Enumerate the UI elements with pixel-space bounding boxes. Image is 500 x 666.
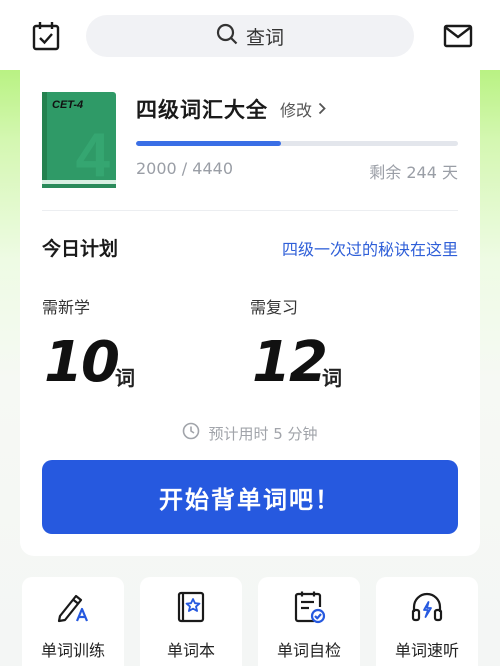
pencil-a-icon xyxy=(55,589,91,625)
edit-label: 修改 xyxy=(280,101,313,120)
progress-bar xyxy=(136,141,458,146)
edit-book-link[interactable]: 修改 xyxy=(280,97,326,121)
calendar-check-icon[interactable] xyxy=(28,18,64,54)
mail-icon[interactable] xyxy=(438,18,478,54)
star-book-icon xyxy=(173,589,209,625)
top-bar: 查词 xyxy=(0,0,500,70)
review-words-unit: 词 xyxy=(322,366,342,390)
search-icon xyxy=(216,23,238,49)
svg-text:CET-4: CET-4 xyxy=(52,99,83,111)
progress-count: 2000 / 4440 xyxy=(136,159,233,178)
new-words-unit: 词 xyxy=(115,366,135,390)
divider xyxy=(42,210,458,211)
word-book-label: 单词本 xyxy=(166,641,215,660)
time-estimate: 预计用时 5 分钟 xyxy=(20,422,480,444)
search-bar[interactable]: 查词 xyxy=(86,15,414,57)
chevron-right-icon xyxy=(318,100,326,119)
start-learning-button[interactable]: 开始背单词吧！ xyxy=(42,460,458,534)
word-selfcheck-button[interactable]: 单词自检 xyxy=(258,577,360,666)
svg-text:4: 4 xyxy=(76,121,111,188)
clipboard-check-icon xyxy=(291,589,327,625)
progress-fill xyxy=(136,141,281,146)
book-cover[interactable]: 4 CET-4 xyxy=(42,92,116,190)
book-title: 四级词汇大全 xyxy=(136,98,268,122)
plan-title: 今日计划 xyxy=(42,238,119,260)
new-words-label: 需新学 xyxy=(42,298,91,317)
tips-link[interactable]: 四级一次过的秘诀在这里 xyxy=(282,236,458,260)
headphones-bolt-icon xyxy=(409,589,445,625)
time-estimate-text: 预计用时 5 分钟 xyxy=(208,424,318,443)
study-plan-card: 4 CET-4 四级词汇大全 修改 2000 / 4440 剩余 244 天 今… xyxy=(20,70,480,556)
search-label: 查词 xyxy=(245,26,284,49)
new-words-count: 10 xyxy=(44,330,120,395)
review-words-count: 12 xyxy=(252,330,328,395)
review-words-label: 需复习 xyxy=(250,298,299,317)
remaining-days: 剩余 244 天 xyxy=(369,163,458,182)
word-book-button[interactable]: 单词本 xyxy=(140,577,242,666)
word-listening-button[interactable]: 单词速听 xyxy=(376,577,478,666)
word-selfcheck-label: 单词自检 xyxy=(276,641,341,660)
clock-icon xyxy=(182,422,200,444)
word-listening-label: 单词速听 xyxy=(394,641,459,660)
word-training-button[interactable]: 单词训练 xyxy=(22,577,124,666)
word-training-label: 单词训练 xyxy=(40,641,105,660)
